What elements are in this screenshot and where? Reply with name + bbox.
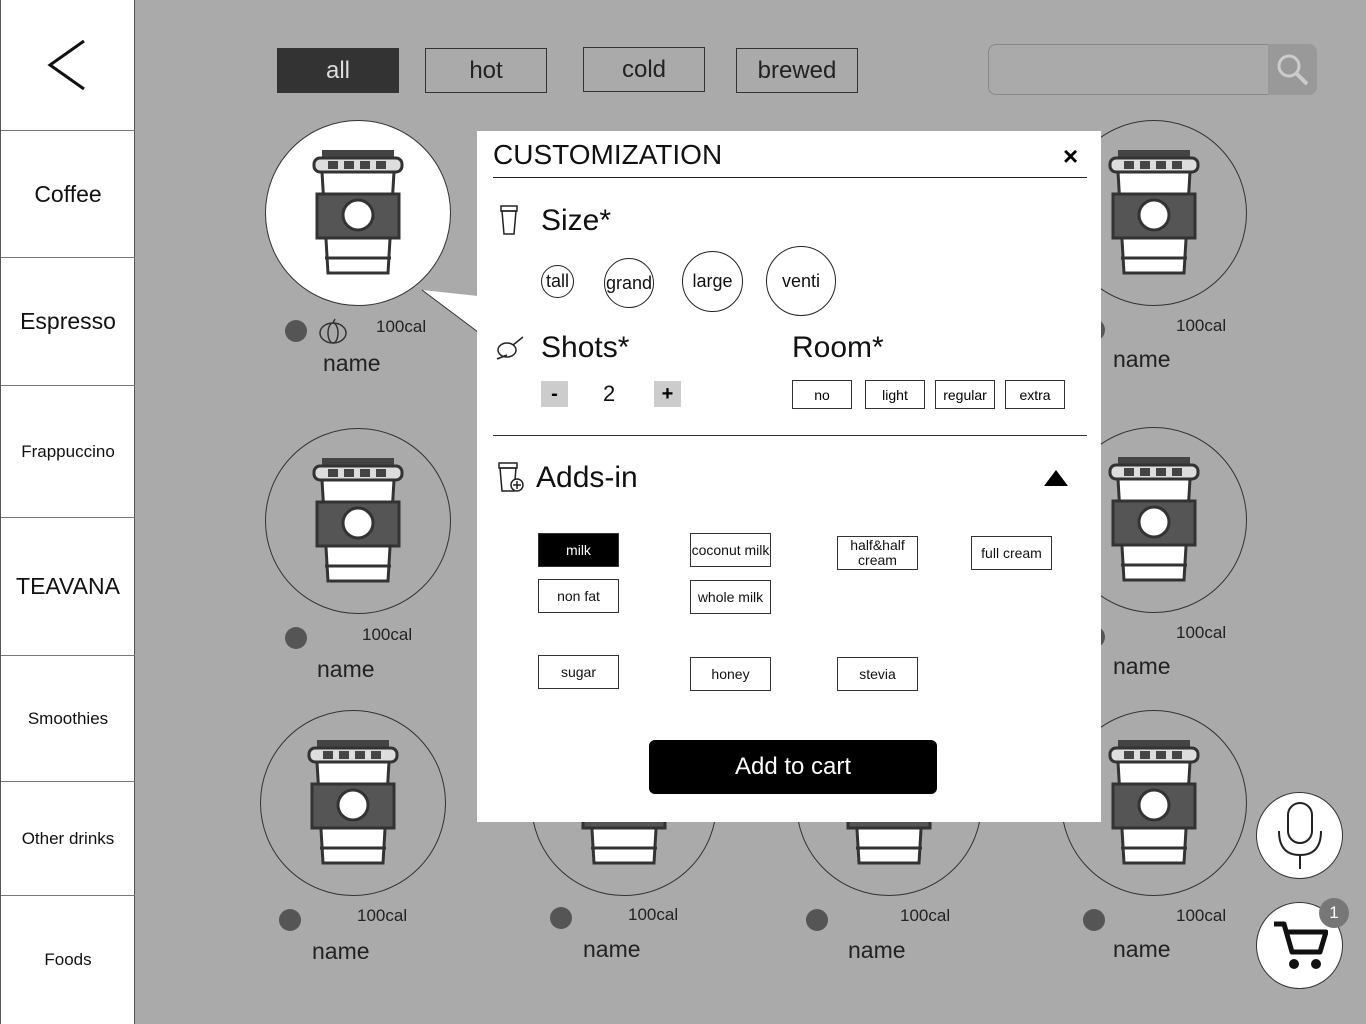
sidebar-item-label: Smoothies xyxy=(27,708,109,728)
status-dot xyxy=(806,909,828,931)
drink-name: name xyxy=(848,937,906,963)
shots-label: Shots* xyxy=(541,331,630,364)
back-button[interactable] xyxy=(1,0,135,131)
cup-icon xyxy=(500,205,518,235)
add-in-half-half-cream[interactable]: half&half cream xyxy=(837,536,918,570)
sidebar-item-teavana[interactable]: TEAVANA xyxy=(1,518,135,656)
customization-modal: CUSTOMIZATION × Size* tall grand large v… xyxy=(477,131,1101,822)
filter-cold[interactable]: cold xyxy=(583,47,705,92)
drink-card-image[interactable] xyxy=(265,120,451,306)
coffee-cup-icon xyxy=(312,458,404,583)
room-label: Room* xyxy=(792,331,884,364)
size-option-large[interactable]: large xyxy=(682,251,743,312)
filter-brewed[interactable]: brewed xyxy=(736,48,858,93)
cart-icon xyxy=(1273,921,1328,969)
add-ins-cup-icon xyxy=(498,462,524,492)
filter-hot[interactable]: hot xyxy=(425,48,547,93)
status-dot xyxy=(285,320,307,342)
sidebar-item-espresso[interactable]: Espresso xyxy=(1,258,135,386)
drink-name: name xyxy=(583,936,641,962)
size-label: Size* xyxy=(541,204,612,237)
coffee-cup-icon xyxy=(1108,740,1200,865)
room-option-extra[interactable]: extra xyxy=(1005,380,1065,409)
drink-name: name xyxy=(323,350,381,376)
calories-label: 100cal xyxy=(1176,316,1227,335)
status-dot xyxy=(1083,909,1105,931)
size-option-tall[interactable]: tall xyxy=(541,265,574,298)
filter-label: hot xyxy=(469,56,503,84)
calories-label: 100cal xyxy=(900,906,951,925)
size-option-grand[interactable]: grand xyxy=(604,258,654,308)
collapse-triangle-icon[interactable] xyxy=(1043,469,1069,487)
room-option-light[interactable]: light xyxy=(865,380,925,409)
adds-in-label: Adds-in xyxy=(536,461,638,494)
sidebar-item-label: TEAVANA xyxy=(16,573,120,599)
calories-label: 100cal xyxy=(357,906,408,925)
search-button[interactable] xyxy=(1268,44,1317,95)
calories-label: 100cal xyxy=(1176,623,1227,642)
close-button[interactable]: × xyxy=(1063,141,1078,172)
status-dot xyxy=(279,909,301,931)
add-in-stevia[interactable]: stevia xyxy=(837,657,918,691)
sidebar-item-coffee[interactable]: Coffee xyxy=(1,131,135,258)
add-in-sugar[interactable]: sugar xyxy=(538,655,619,689)
calories-label: 100cal xyxy=(628,905,679,924)
shots-value: 2 xyxy=(603,381,616,406)
sidebar-item-frappuccino[interactable]: Frappuccino xyxy=(1,386,135,518)
room-option-no[interactable]: no xyxy=(792,380,852,409)
drink-name: name xyxy=(317,656,375,682)
calories-label: 100cal xyxy=(376,317,427,336)
filter-label: brewed xyxy=(757,56,837,84)
status-dot xyxy=(550,907,572,929)
drink-name: name xyxy=(1113,346,1171,372)
sidebar-item-label: Other drinks xyxy=(21,828,115,848)
sidebar-item-other-drinks[interactable]: Other drinks xyxy=(1,782,135,896)
sidebar-item-label: Frappuccino xyxy=(21,441,115,461)
coffee-cup-icon xyxy=(1108,457,1200,582)
coffee-cup-icon xyxy=(1108,150,1200,275)
size-option-venti[interactable]: venti xyxy=(766,246,836,316)
modal-pointer xyxy=(421,289,479,333)
add-in-full-cream[interactable]: full cream xyxy=(971,536,1052,570)
add-in-honey[interactable]: honey xyxy=(690,657,771,691)
sidebar-item-smoothies[interactable]: Smoothies xyxy=(1,656,135,782)
calories-label: 100cal xyxy=(1176,906,1227,925)
status-dot xyxy=(285,627,307,649)
espresso-shot-icon xyxy=(496,336,524,360)
shots-increment-button[interactable]: + xyxy=(654,381,681,407)
search-input[interactable] xyxy=(988,44,1270,95)
search-icon xyxy=(1277,54,1308,85)
sidebar-item-label: Coffee xyxy=(34,180,102,207)
add-in-milk[interactable]: milk xyxy=(538,533,619,567)
add-in-whole-milk[interactable]: whole milk xyxy=(690,580,771,614)
pumpkin-icon xyxy=(318,318,348,349)
chevron-left-icon xyxy=(47,39,85,91)
title-divider xyxy=(493,177,1087,178)
drink-name: name xyxy=(1113,653,1171,679)
filter-label: cold xyxy=(621,55,667,83)
sidebar-item-foods[interactable]: Foods xyxy=(1,896,135,1024)
add-in-non-fat[interactable]: non fat xyxy=(538,579,619,613)
room-option-regular[interactable]: regular xyxy=(935,380,995,409)
microphone-icon xyxy=(1277,801,1322,869)
add-in-coconut-milk[interactable]: coconut milk xyxy=(690,533,771,567)
filter-label: all xyxy=(325,56,350,84)
add-to-cart-button[interactable]: Add to cart xyxy=(649,740,937,794)
shots-decrement-button[interactable]: - xyxy=(541,381,568,407)
coffee-cup-icon xyxy=(307,740,399,865)
sidebar-item-label: Espresso xyxy=(20,308,116,334)
modal-title: CUSTOMIZATION xyxy=(493,139,723,170)
drink-card-image[interactable] xyxy=(260,710,446,896)
filter-all[interactable]: all xyxy=(277,48,399,93)
category-sidebar: Coffee Espresso Frappuccino TEAVANA Smoo… xyxy=(0,0,135,1024)
calories-label: 100cal xyxy=(362,625,413,644)
cart-count-badge: 1 xyxy=(1319,898,1349,928)
section-divider xyxy=(493,435,1087,436)
voice-button[interactable] xyxy=(1256,792,1343,879)
sidebar-item-label: Foods xyxy=(44,950,92,969)
drink-name: name xyxy=(312,938,370,964)
coffee-cup-icon xyxy=(312,150,404,275)
drink-name: name xyxy=(1113,936,1171,962)
drink-card-image[interactable] xyxy=(265,428,451,614)
